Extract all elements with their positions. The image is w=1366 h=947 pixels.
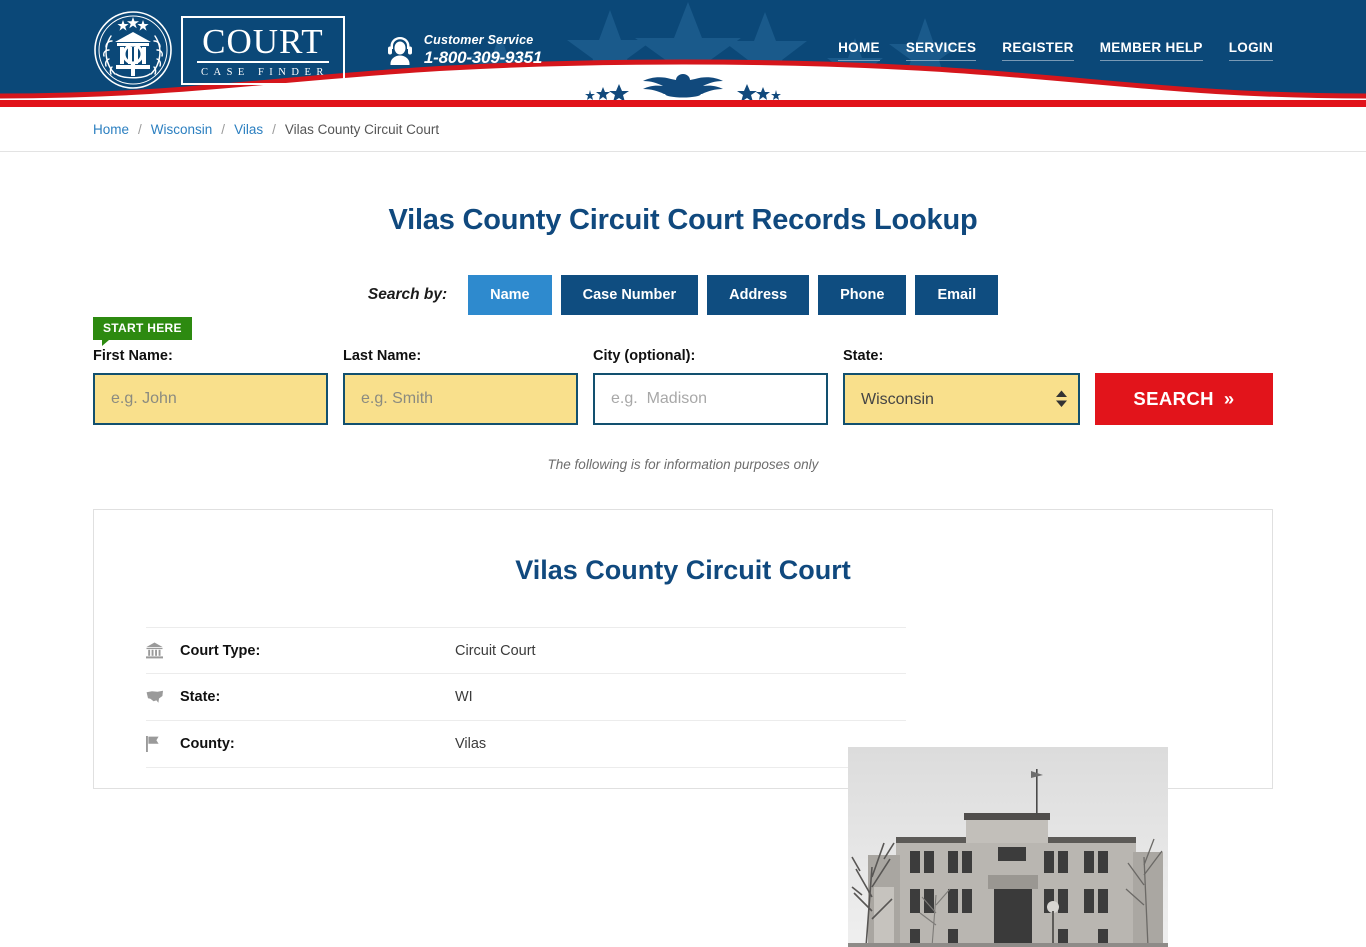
nav-item-services[interactable]: SERVICES [905, 40, 977, 61]
state-select[interactable]: Wisconsin [843, 373, 1080, 425]
breadcrumb-separator: / [138, 122, 142, 137]
court-detail-table: Court Type: Circuit Court State: WI Coun… [146, 627, 906, 768]
detail-label: State: [180, 689, 221, 705]
site-header: COURT CASE FINDER Customer Service 1-800… [0, 0, 1366, 100]
last-name-field-group: Last Name: [343, 348, 578, 425]
first-name-input[interactable] [93, 373, 328, 425]
tab-phone[interactable]: Phone [818, 275, 907, 315]
tab-case-number[interactable]: Case Number [560, 275, 699, 315]
breadcrumb: Home / Wisconsin / Vilas / Vilas County … [93, 107, 1273, 152]
start-here-badge: START HERE [93, 317, 192, 346]
logo-word: COURT [197, 23, 329, 63]
double-chevron-right-icon: » [1223, 388, 1235, 409]
table-row: State: WI [146, 674, 906, 721]
nav-item-login[interactable]: LOGIN [1228, 40, 1273, 61]
headset-agent-icon [385, 34, 415, 66]
courthouse-photo [848, 747, 1168, 947]
detail-value: WI [455, 689, 473, 705]
last-name-label: Last Name: [343, 348, 422, 364]
nav-item-member-help[interactable]: MEMBER HELP [1099, 40, 1203, 61]
breadcrumb-item-current: Vilas County Circuit Court [284, 122, 440, 137]
logo-wordmark: COURT CASE FINDER [181, 15, 345, 85]
customer-service-phone[interactable]: 1-800-309-9351 [424, 48, 542, 68]
city-input[interactable] [593, 373, 828, 425]
detail-value: Vilas [455, 736, 487, 752]
customer-service-label: Customer Service [423, 32, 534, 47]
table-row: Court Type: Circuit Court [146, 627, 906, 674]
site-logo[interactable]: COURT CASE FINDER [93, 10, 345, 90]
last-name-input[interactable] [343, 373, 578, 425]
flag-icon [146, 736, 180, 752]
court-seal-icon [93, 10, 173, 90]
breadcrumb-bar: Home / Wisconsin / Vilas / Vilas County … [0, 107, 1366, 152]
state-field-group: State: Wisconsin [843, 348, 1080, 425]
first-name-label: First Name: [93, 348, 173, 364]
disclaimer-text: The following is for information purpose… [547, 457, 819, 472]
search-button[interactable]: SEARCH » [1095, 373, 1273, 425]
logo-subtitle: CASE FINDER [201, 66, 329, 78]
search-form: START HERE First Name: Last Name: City (… [93, 317, 1273, 425]
breadcrumb-item-vilas[interactable]: Vilas [234, 122, 263, 137]
search-by-tabs: Search by: Name Case Number Address Phon… [93, 275, 1273, 315]
main-navigation: HOME SERVICES REGISTER MEMBER HELP LOGIN [838, 40, 1273, 61]
table-row: County: Vilas [146, 721, 906, 768]
header-red-stripe [0, 100, 1366, 107]
breadcrumb-item-home[interactable]: Home [93, 122, 129, 137]
search-button-label: SEARCH [1133, 388, 1214, 409]
bank-icon [146, 642, 180, 659]
first-name-field-group: First Name: [93, 348, 328, 425]
page-title: Vilas County Circuit Court Records Looku… [388, 204, 978, 236]
tab-email[interactable]: Email [915, 275, 999, 315]
detail-value: Circuit Court [455, 642, 536, 659]
court-info-card: Vilas County Circuit Court Court Type: C… [93, 509, 1273, 947]
city-field-group: City (optional): [593, 348, 828, 425]
state-label: State: [843, 348, 884, 364]
nav-item-register[interactable]: REGISTER [1002, 40, 1074, 61]
nav-item-home[interactable]: HOME [838, 40, 880, 61]
tab-address[interactable]: Address [707, 275, 810, 315]
city-label: City (optional): [593, 348, 696, 364]
detail-label: County: [180, 736, 235, 752]
us-map-icon [146, 690, 180, 704]
customer-service-block: Customer Service 1-800-309-9351 [385, 33, 542, 68]
breadcrumb-separator: / [272, 122, 276, 137]
breadcrumb-item-wisconsin[interactable]: Wisconsin [151, 122, 213, 137]
tab-name[interactable]: Name [468, 275, 552, 315]
main-content: Vilas County Circuit Court Records Looku… [0, 152, 1366, 947]
breadcrumb-separator: / [221, 122, 226, 137]
court-name-title: Vilas County Circuit Court [515, 555, 851, 585]
detail-label: Court Type: [180, 642, 261, 659]
search-by-label: Search by: [367, 286, 448, 303]
